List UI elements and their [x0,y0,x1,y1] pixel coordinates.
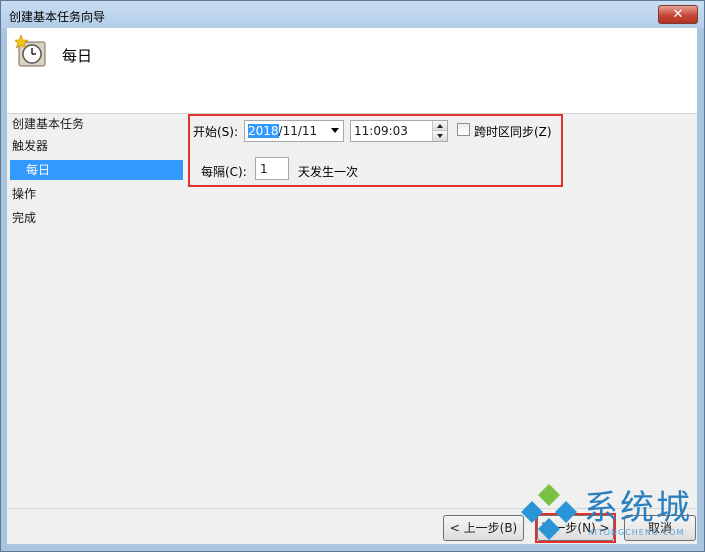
page-title: 每日 [62,47,93,65]
watermark-logo-icon [521,484,577,540]
spin-down-button[interactable] [433,131,447,141]
date-year: 2018 [248,124,279,138]
date-rest: /11/11 [278,124,318,138]
close-icon: ✕ [672,7,684,22]
start-date-picker[interactable]: 2018/11/11 [244,120,344,142]
sidebar-item-daily[interactable]: 每日 [10,160,183,180]
start-time-picker[interactable]: 11:09:03 [350,120,448,142]
spin-up-button[interactable] [433,121,447,131]
sidebar-item-finish[interactable]: 完成 [12,208,36,228]
title-bar: 创建基本任务向导 ✕ [1,1,704,29]
watermark-subtext: XITONGCHENG.COM [588,528,685,537]
sidebar-item-create-task[interactable]: 创建基本任务 [12,114,84,134]
time-spinner[interactable] [432,121,447,141]
window-title: 创建基本任务向导 [9,10,106,24]
back-button[interactable]: < 上一步(B) [443,515,524,541]
close-button[interactable]: ✕ [658,5,698,24]
wizard-header: 每日 [7,28,697,114]
watermark: 系统城 XITONGCHENG.COM [518,480,698,546]
sidebar-item-trigger[interactable]: 触发器 [12,136,48,156]
steps-sidebar: 创建基本任务 触发器 每日 操作 完成 [7,114,187,509]
clock-icon [15,34,46,67]
watermark-text: 系统城 [584,488,692,528]
chevron-up-icon [437,124,443,128]
every-days-input[interactable]: 1 [255,157,289,180]
sidebar-item-action[interactable]: 操作 [12,184,36,204]
start-label: 开始(S): [193,125,239,139]
every-suffix: 天发生一次 [298,165,359,179]
chevron-down-icon [437,134,443,138]
chevron-down-icon[interactable] [331,128,339,133]
sync-timezone-checkbox[interactable] [457,123,470,136]
time-value: 11:09:03 [354,124,408,138]
sync-timezone-label: 跨时区同步(Z) [474,125,552,139]
every-label: 每隔(C): [201,165,247,179]
